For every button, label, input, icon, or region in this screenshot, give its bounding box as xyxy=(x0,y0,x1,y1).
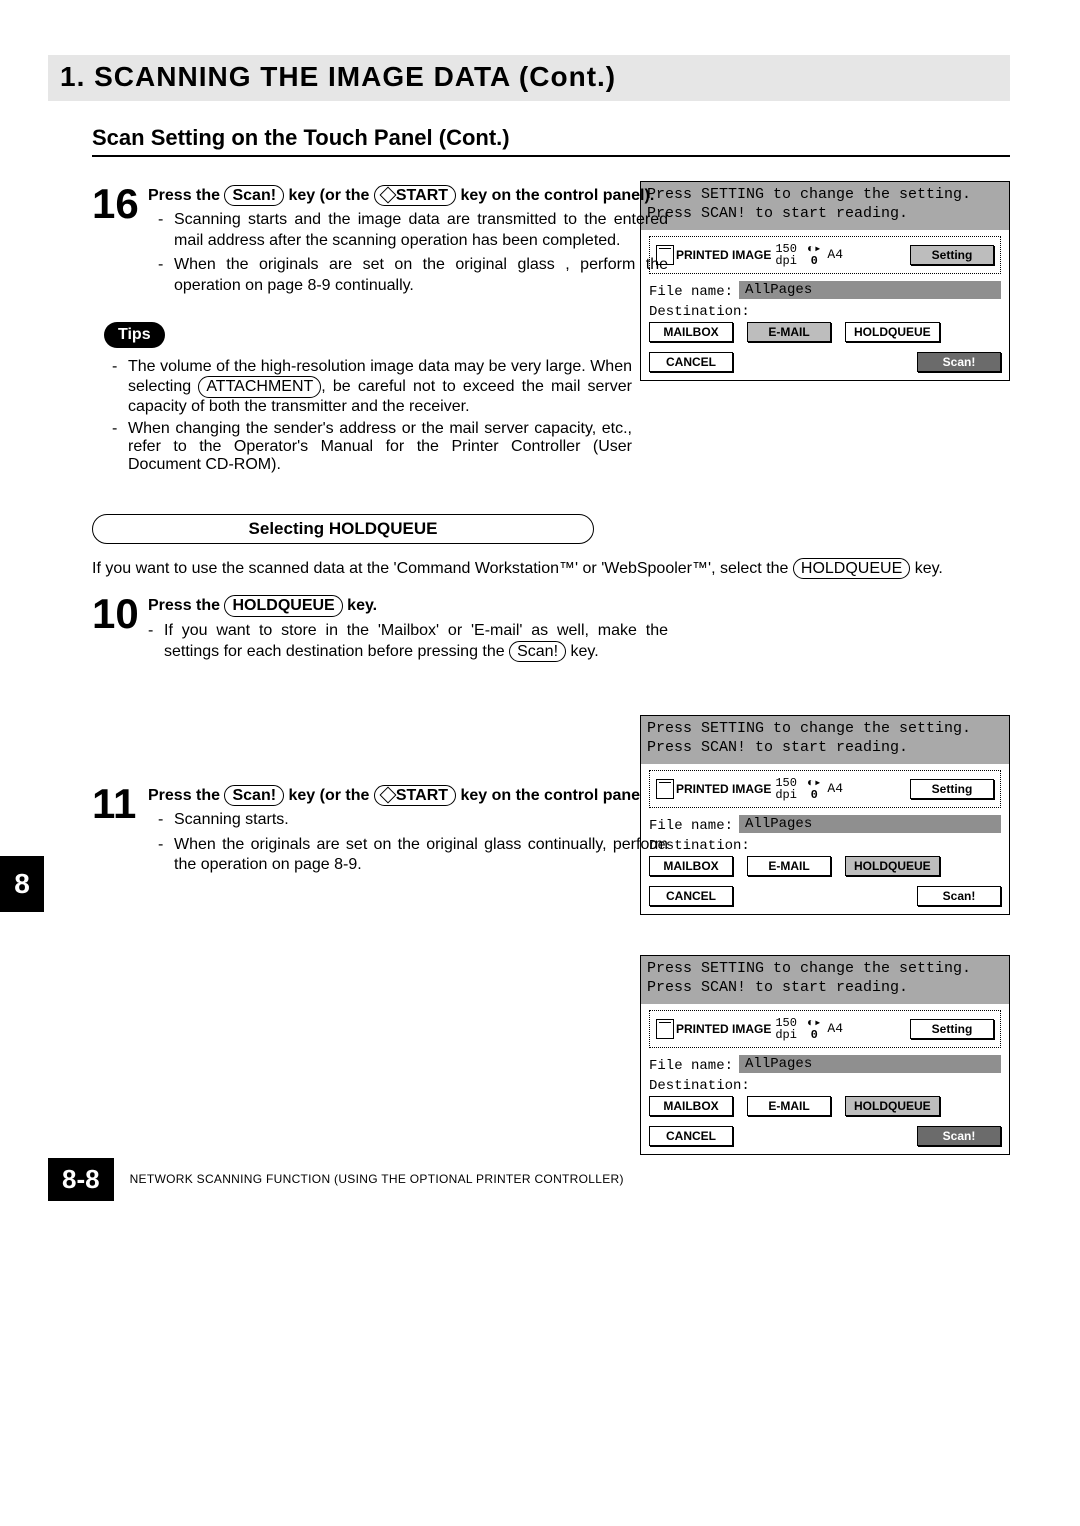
step16-text-post: key on the control panel). xyxy=(456,187,654,204)
step-number: 10 xyxy=(92,595,146,633)
holdqueue-intro: If you want to use the scanned data at t… xyxy=(92,558,952,580)
start-key: START xyxy=(374,785,456,806)
subheading-rule xyxy=(92,155,1010,157)
cancel-button[interactable]: CANCEL xyxy=(649,352,733,372)
touch-panel-step10: Press SETTING to change the setting. Pre… xyxy=(640,715,1010,915)
holdqueue-button[interactable]: HOLDQUEUE xyxy=(845,856,940,876)
holdqueue-button[interactable]: HOLDQUEUE xyxy=(845,322,940,342)
chapter-heading-bar: 1. SCANNING THE IMAGE DATA (Cont.) xyxy=(48,55,1010,101)
scan-key: Scan! xyxy=(509,641,566,662)
step16-bullet-2: When the originals are set on the origin… xyxy=(158,255,668,296)
content: Press SETTING to change the setting. Pre… xyxy=(92,185,1010,1098)
tip-2: When changing the sender's address or th… xyxy=(112,420,632,474)
cancel-button[interactable]: CANCEL xyxy=(649,1126,733,1146)
chapter-tab: 8 xyxy=(0,856,44,912)
holdqueue-key: HOLDQUEUE xyxy=(224,595,342,616)
scan-button[interactable]: Scan! xyxy=(917,1126,1001,1146)
tip-1: The volume of the high-resolution image … xyxy=(112,358,632,415)
tips-label: Tips xyxy=(104,322,165,348)
step-number: 11 xyxy=(92,785,146,823)
destination-label: Destination: xyxy=(649,304,1001,320)
scan-key: Scan! xyxy=(224,185,284,206)
start-key: START xyxy=(374,185,456,206)
email-button[interactable]: E-MAIL xyxy=(747,1096,831,1116)
scan-key: Scan! xyxy=(224,785,284,806)
footer: 8-8 NETWORK SCANNING FUNCTION (USING THE… xyxy=(48,1158,1010,1201)
touch-panel: Press SETTING to change the setting. Pre… xyxy=(640,955,1010,1155)
step-number: 16 xyxy=(92,185,146,223)
step-16: 16 Press the Scan! key (or the START key… xyxy=(92,185,1010,300)
touch-panel-step11: Press SETTING to change the setting. Pre… xyxy=(640,955,1010,1155)
filename-value[interactable]: AllPages xyxy=(739,1055,1001,1073)
mailbox-button[interactable]: MAILBOX xyxy=(649,1096,733,1116)
scan-button[interactable]: Scan! xyxy=(917,886,1001,906)
footer-text: NETWORK SCANNING FUNCTION (USING THE OPT… xyxy=(130,1172,624,1186)
chapter-title: 1. SCANNING THE IMAGE DATA (Cont.) xyxy=(60,61,1000,93)
step10-bullet: If you want to store in the 'Mailbox' or… xyxy=(148,621,668,663)
step16-text-mid: key (or the xyxy=(284,187,374,204)
email-button[interactable]: E-MAIL xyxy=(747,856,831,876)
scan-button[interactable]: Scan! xyxy=(917,352,1001,372)
cancel-button[interactable]: CANCEL xyxy=(649,886,733,906)
step16-text-pre: Press the xyxy=(148,187,224,204)
document-icon xyxy=(656,1019,674,1039)
filename-value[interactable]: AllPages xyxy=(739,815,1001,833)
holdqueue-button[interactable]: HOLDQUEUE xyxy=(845,1096,940,1116)
panel-header: Press SETTING to change the setting. Pre… xyxy=(641,716,1009,764)
page-number: 8-8 xyxy=(48,1158,114,1201)
subheading: Scan Setting on the Touch Panel (Cont.) xyxy=(92,125,1010,151)
holdqueue-heading: Selecting HOLDQUEUE xyxy=(92,514,594,544)
step16-bullet-1: Scanning starts and the image data are t… xyxy=(158,210,668,251)
page: 1. SCANNING THE IMAGE DATA (Cont.) Scan … xyxy=(0,0,1080,1241)
step-10: 10 Press the HOLDQUEUE key. If you want … xyxy=(92,595,1010,666)
step11-bullet-2: When the originals are set on the origin… xyxy=(158,835,668,876)
document-icon xyxy=(656,779,674,799)
email-button[interactable]: E-MAIL xyxy=(747,322,831,342)
diamond-icon xyxy=(379,786,396,803)
diamond-icon xyxy=(379,187,396,204)
step11-bullet-1: Scanning starts. xyxy=(158,810,668,830)
holdqueue-key: HOLDQUEUE xyxy=(793,558,910,579)
attachment-key: ATTACHMENT xyxy=(198,376,321,397)
setting-button[interactable]: Setting xyxy=(910,779,994,799)
mailbox-button[interactable]: MAILBOX xyxy=(649,322,733,342)
setting-button[interactable]: Setting xyxy=(910,1019,994,1039)
panel-header: Press SETTING to change the setting. Pre… xyxy=(641,956,1009,1004)
touch-panel: Press SETTING to change the setting. Pre… xyxy=(640,715,1010,915)
